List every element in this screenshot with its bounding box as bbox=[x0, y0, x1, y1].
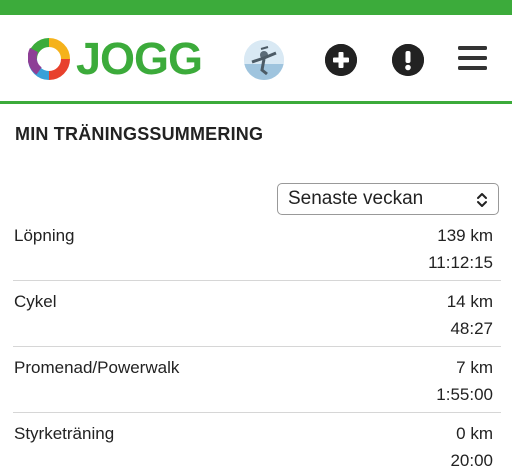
period-select[interactable]: Senaste veckan bbox=[277, 183, 499, 215]
activity-time: 20:00 bbox=[450, 451, 493, 470]
plus-circle-icon bbox=[325, 44, 357, 76]
period-select-value: Senaste veckan bbox=[288, 188, 424, 209]
notifications-button[interactable] bbox=[392, 44, 424, 76]
activity-distance: 14 km bbox=[446, 292, 493, 311]
activity-row: Promenad/Powerwalk 7 km 1:55:00 bbox=[13, 347, 501, 413]
user-avatar[interactable] bbox=[244, 40, 284, 80]
app-header: JOGG bbox=[0, 15, 512, 104]
page-title: MIN TRÄNINGSSUMMERING bbox=[15, 124, 264, 144]
hamburger-menu-icon bbox=[458, 46, 487, 70]
menu-button[interactable] bbox=[458, 45, 487, 71]
activity-time: 1:55:00 bbox=[436, 385, 493, 404]
activity-row: Löpning 139 km 11:12:15 bbox=[13, 215, 501, 281]
activity-label: Styrketräning bbox=[14, 424, 115, 443]
activity-time: 48:27 bbox=[450, 319, 493, 338]
jogg-logo[interactable]: JOGG bbox=[28, 33, 203, 84]
activity-distance: 0 km bbox=[456, 424, 493, 443]
add-button[interactable] bbox=[325, 44, 357, 76]
activity-label: Cykel bbox=[14, 292, 57, 311]
chevron-up-down-icon bbox=[477, 193, 487, 207]
top-accent-bar bbox=[0, 0, 512, 15]
activity-label: Promenad/Powerwalk bbox=[14, 358, 180, 377]
exclamation-circle-icon bbox=[392, 44, 424, 76]
logo-text: JOGG bbox=[76, 33, 203, 84]
avatar-photo bbox=[244, 40, 284, 80]
logo-ring-icon bbox=[28, 38, 70, 80]
activity-distance: 139 km bbox=[437, 226, 493, 245]
activity-row: Cykel 14 km 48:27 bbox=[13, 281, 501, 347]
activity-distance: 7 km bbox=[456, 358, 493, 377]
activity-row: Styrketräning 0 km 20:00 bbox=[13, 413, 501, 472]
activity-summary-list: Löpning 139 km 11:12:15 Cykel 14 km 48:2… bbox=[0, 215, 512, 472]
activity-time: 11:12:15 bbox=[428, 253, 493, 272]
activity-label: Löpning bbox=[14, 226, 75, 245]
